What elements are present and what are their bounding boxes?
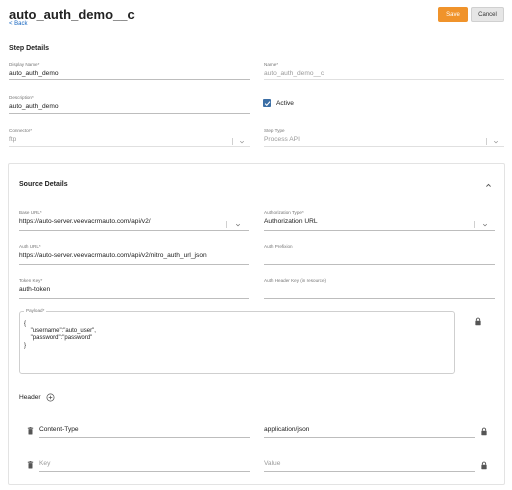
step-type-label: Step Type xyxy=(264,128,285,133)
display-name-input[interactable]: auto_auth_demo xyxy=(9,70,250,79)
description-label: Description* xyxy=(9,95,34,100)
description-field[interactable]: Description* auto_auth_demo xyxy=(9,95,250,114)
authorization-type-select[interactable]: Authorization Type* Authorization URL xyxy=(264,210,495,231)
step-type-separator xyxy=(486,138,487,145)
connector-label: Connector* xyxy=(9,128,32,133)
connector-value: ftp xyxy=(9,136,17,143)
name-underline xyxy=(264,79,504,80)
auth-url-field[interactable]: Auth URL* https://auto-server.veevacrmau… xyxy=(19,244,249,265)
header-value-underline xyxy=(264,437,475,438)
token-key-underline xyxy=(19,298,249,299)
active-checkbox[interactable] xyxy=(263,99,271,107)
name-label: Name* xyxy=(264,62,279,67)
authorization-type-underline xyxy=(264,230,495,231)
connector-select[interactable]: Connector* ftp xyxy=(9,128,250,147)
name-input: auto_auth_demo__c xyxy=(264,70,325,77)
chevron-down-icon[interactable] xyxy=(235,222,241,228)
authorization-type-value: Authorization URL xyxy=(264,218,318,225)
header-key-underline xyxy=(39,471,250,472)
auth-prefix-label: Auth Prefixion xyxy=(264,244,293,249)
header-key-field[interactable]: Key xyxy=(39,459,250,472)
authorization-type-separator xyxy=(474,221,475,228)
header-value-underline xyxy=(264,471,475,472)
name-field: Name* auto_auth_demo__c xyxy=(264,62,504,80)
cancel-button[interactable]: Cancel xyxy=(471,7,504,22)
step-details-heading: Step Details xyxy=(9,45,50,52)
display-name-label: Display Name* xyxy=(9,62,40,67)
header-value-input[interactable]: application/json xyxy=(264,426,475,435)
base-url-select[interactable]: Base URL* https://auto-server.veevacrmau… xyxy=(19,210,249,231)
chevron-down-icon[interactable] xyxy=(239,139,245,145)
authorization-type-label: Authorization Type* xyxy=(264,210,304,215)
base-url-separator xyxy=(226,221,227,228)
header-value-field[interactable]: application/json xyxy=(264,425,475,438)
chevron-down-icon[interactable] xyxy=(493,139,499,145)
trash-icon[interactable] xyxy=(27,427,34,435)
token-key-input[interactable]: auth-token xyxy=(19,286,249,295)
description-input[interactable]: auto_auth_demo xyxy=(9,103,250,112)
auth-prefix-underline xyxy=(264,264,495,265)
header-value-placeholder[interactable]: Value xyxy=(264,460,475,469)
auth-prefix-field[interactable]: Auth Prefixion xyxy=(264,244,495,265)
back-link[interactable]: < Back xyxy=(9,21,28,27)
header-key-input[interactable]: Content-Type xyxy=(39,426,250,435)
trash-icon[interactable] xyxy=(27,461,34,469)
auth-url-underline xyxy=(19,264,249,265)
header-key-placeholder[interactable]: Key xyxy=(39,460,250,469)
add-circle-icon[interactable] xyxy=(46,393,55,402)
chevron-down-icon[interactable] xyxy=(482,222,488,228)
check-icon xyxy=(264,100,270,106)
auth-header-key-field[interactable]: Auth Header Key (in resource) xyxy=(264,278,495,299)
base-url-label: Base URL* xyxy=(19,210,42,215)
header-label: Header xyxy=(19,394,41,401)
active-label: Active xyxy=(276,100,294,107)
step-type-underline xyxy=(264,146,504,147)
lock-icon[interactable] xyxy=(480,427,488,436)
auth-prefix-input[interactable] xyxy=(264,252,495,261)
auth-header-key-input[interactable] xyxy=(264,286,495,295)
page-title: auto_auth_demo__c xyxy=(9,7,135,22)
auth-header-key-underline xyxy=(264,298,495,299)
base-url-underline xyxy=(19,230,249,231)
auth-header-key-label: Auth Header Key (in resource) xyxy=(264,278,327,283)
payload-label: Payload* xyxy=(24,308,47,313)
description-underline xyxy=(9,113,250,114)
display-name-field[interactable]: Display Name* auto_auth_demo xyxy=(9,62,250,80)
lock-icon xyxy=(475,317,481,326)
lock-icon[interactable] xyxy=(480,461,488,470)
token-key-field[interactable]: Token Key* auth-token xyxy=(19,278,249,299)
header-key-underline xyxy=(39,437,250,438)
token-key-label: Token Key* xyxy=(19,278,43,283)
base-url-value: https://auto-server.veevacrmauto.com/api… xyxy=(19,218,151,225)
connector-underline xyxy=(9,146,250,147)
save-button[interactable]: Save xyxy=(438,7,468,22)
header-key-field[interactable]: Content-Type xyxy=(39,425,250,438)
header-value-field[interactable]: Value xyxy=(264,459,475,472)
source-details-heading: Source Details xyxy=(19,181,68,188)
step-type-value: Process API xyxy=(264,136,300,143)
step-type-select[interactable]: Step Type Process API xyxy=(264,128,504,147)
connector-separator xyxy=(232,138,233,145)
display-name-underline xyxy=(9,79,250,80)
auth-url-input[interactable]: https://auto-server.veevacrmauto.com/api… xyxy=(19,252,249,261)
auth-url-label: Auth URL* xyxy=(19,244,41,249)
chevron-up-icon[interactable] xyxy=(485,182,492,189)
payload-value[interactable]: { "username":"auto_user", "password":"pa… xyxy=(24,321,96,350)
